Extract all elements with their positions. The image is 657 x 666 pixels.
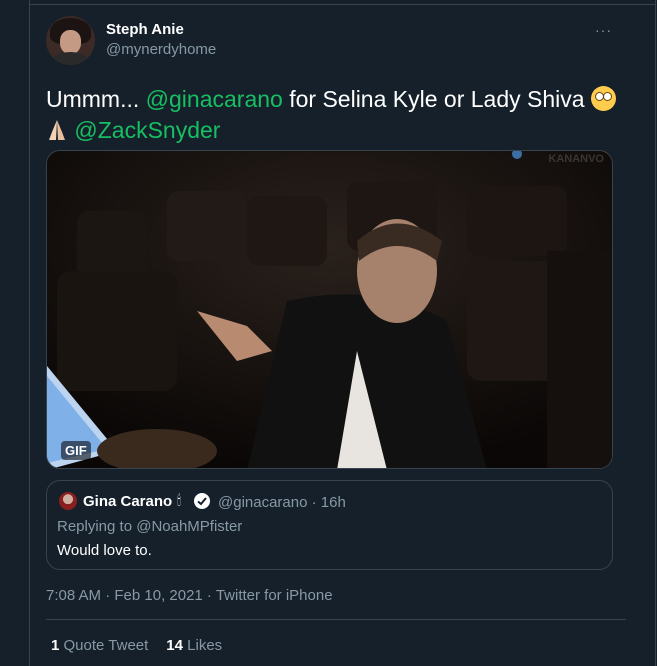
gif-frame-illustration (47, 151, 612, 468)
verified-badge-icon (194, 493, 210, 509)
quoted-replying-to: Replying to @NoahMPfister (57, 518, 243, 535)
tweet-text-middle: for Selina Kyle or Lady Shiva (282, 86, 591, 112)
tweet-text: Ummm... @ginacarano for Selina Kyle or L… (46, 84, 626, 146)
gif-media[interactable]: KANANVO (46, 150, 613, 469)
likes-stat[interactable]: 14 Likes (166, 637, 222, 654)
more-options-icon[interactable]: ··· (595, 22, 612, 38)
folded-hands-emoji-icon (49, 120, 65, 140)
avatar-face (60, 30, 81, 54)
quote-label: Quote Tweet (63, 637, 149, 654)
author-avatar[interactable] (46, 16, 95, 65)
tweet-text-start: Ummm... (46, 86, 146, 112)
quoted-tweet-text: Would love to. (57, 542, 152, 559)
avatar-body (52, 52, 89, 65)
quoted-author-name[interactable]: Gina Carano (83, 493, 172, 510)
like-label: Likes (187, 637, 223, 654)
mention-link-zack[interactable]: @ZackSnyder (74, 117, 220, 143)
gif-badge: GIF (61, 441, 91, 460)
author-handle[interactable]: @mynerdyhome (106, 41, 216, 58)
tweet-stats: 1 Quote Tweet 14 Likes (51, 637, 222, 654)
top-divider (29, 4, 656, 5)
quote-tweets-stat[interactable]: 1 Quote Tweet (51, 637, 148, 654)
gif-watermark: KANANVO (548, 153, 604, 165)
author-display-name[interactable]: Steph Anie (106, 21, 184, 38)
mention-link-gina[interactable]: @ginacarano (146, 86, 283, 112)
quoted-author-avatar[interactable] (59, 492, 77, 510)
like-count: 14 (166, 637, 183, 654)
quote-count: 1 (51, 637, 60, 654)
candle-emoji-icon: 🕯 (177, 492, 181, 508)
quoted-author-handle[interactable]: @ginacarano · 16h (218, 494, 346, 511)
rolling-eyes-emoji-icon (590, 86, 616, 111)
stats-divider (46, 619, 626, 620)
tweet-timestamp[interactable]: 7:08 AM · Feb 10, 2021 · Twitter for iPh… (46, 587, 333, 604)
